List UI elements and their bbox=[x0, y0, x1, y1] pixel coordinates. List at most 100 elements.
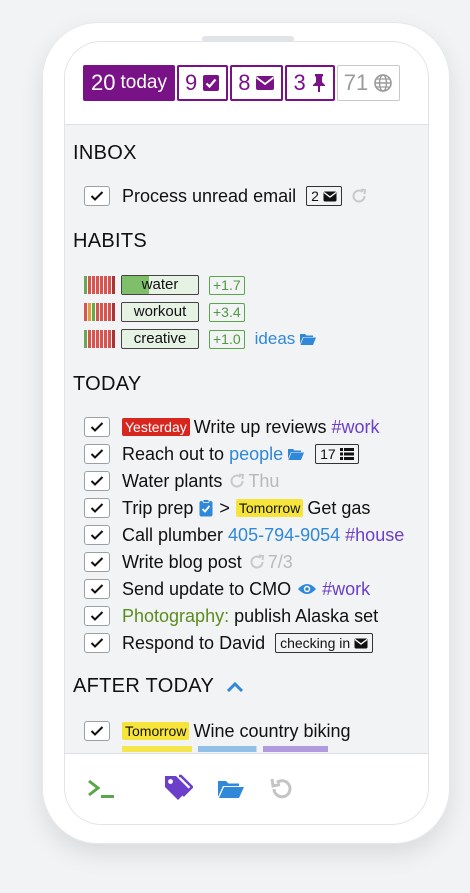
tomorrow-badge: Tomorrow bbox=[122, 722, 190, 740]
list-count-badge[interactable]: 17 bbox=[315, 444, 359, 464]
habit-row-workout: workout +3.4 bbox=[84, 301, 245, 323]
check-icon bbox=[90, 503, 104, 513]
badge-label: checking in bbox=[280, 635, 351, 651]
task-checkbox[interactable] bbox=[84, 633, 110, 653]
tag-link[interactable]: #work bbox=[331, 417, 379, 438]
today-item-9: Respond to David checking in bbox=[84, 631, 374, 655]
habit-delta: +1.7 bbox=[209, 275, 245, 295]
habit-button-workout[interactable]: workout bbox=[121, 302, 199, 322]
today-item-5: Call plumber 405-794-9054 #house bbox=[84, 523, 404, 547]
task-text[interactable]: Water plants bbox=[122, 471, 222, 492]
tags-icon[interactable] bbox=[163, 774, 193, 802]
folder-open-icon[interactable] bbox=[287, 447, 305, 461]
check-icon bbox=[90, 449, 104, 459]
app-screen: 20 today 9 8 3 71 INBOX Process unread e… bbox=[65, 42, 428, 824]
habit-streak bbox=[84, 303, 115, 321]
mail-count: 8 bbox=[238, 70, 251, 95]
folder-open-icon bbox=[300, 334, 317, 345]
today-counter-button[interactable]: 20 today bbox=[83, 65, 175, 101]
section-title-today: TODAY bbox=[73, 373, 142, 395]
subtask-text[interactable]: Get gas bbox=[307, 498, 370, 519]
world-counter-button[interactable]: 71 bbox=[336, 65, 401, 101]
clipboard-check-icon[interactable] bbox=[199, 499, 213, 517]
task-text[interactable]: Send update to CMO bbox=[122, 579, 291, 600]
task-list-content[interactable]: INBOX Process unread email 2 HABITS wate… bbox=[65, 125, 428, 752]
task-text[interactable]: publish Alaska set bbox=[234, 606, 378, 627]
task-checkbox[interactable] bbox=[84, 552, 110, 572]
top-bar: 20 today 9 8 3 71 bbox=[65, 42, 428, 125]
after-item-2-partial bbox=[84, 745, 328, 752]
pinned-counter-button[interactable]: 3 bbox=[285, 65, 335, 101]
yesterday-badge: Yesterday bbox=[122, 418, 190, 436]
repeat-date: 7/3 bbox=[267, 551, 293, 572]
habit-streak bbox=[84, 330, 115, 348]
task-text[interactable] bbox=[198, 746, 328, 752]
section-title-habits: HABITS bbox=[73, 230, 148, 252]
redo-icon bbox=[228, 472, 246, 490]
task-checkbox[interactable] bbox=[84, 606, 110, 626]
world-count: 71 bbox=[343, 70, 369, 95]
task-text[interactable]: Trip prep bbox=[122, 498, 193, 519]
habit-delta: +3.4 bbox=[209, 302, 245, 322]
today-item-7: Send update to CMO #work bbox=[84, 577, 370, 601]
tomorrow-badge: Tomorrow bbox=[235, 499, 304, 517]
envelope-icon bbox=[354, 638, 368, 648]
habit-row-water: water +1.7 bbox=[84, 274, 245, 296]
task-checkbox[interactable] bbox=[84, 186, 110, 206]
habit-delta: +1.0 bbox=[209, 329, 245, 349]
counter-group: 20 today 9 8 3 71 bbox=[83, 65, 401, 101]
phone-link[interactable]: 405-794-9054 bbox=[228, 525, 340, 546]
task-text[interactable]: Respond to David bbox=[122, 633, 265, 654]
project-prefix[interactable]: Photography: bbox=[122, 606, 229, 627]
check-icon bbox=[90, 584, 104, 594]
tag-link[interactable]: #house bbox=[345, 525, 404, 546]
people-link[interactable]: people bbox=[229, 444, 283, 465]
check-icon bbox=[90, 726, 104, 736]
task-text[interactable]: Call plumber bbox=[122, 525, 223, 546]
globe-icon bbox=[374, 74, 393, 92]
task-text[interactable]: Process unread email bbox=[122, 186, 296, 207]
pinned-count: 3 bbox=[293, 70, 306, 95]
tasks-count: 9 bbox=[184, 70, 198, 95]
task-text[interactable]: Reach out to bbox=[122, 444, 224, 465]
terminal-icon[interactable] bbox=[87, 778, 117, 800]
today-item-8: Photography: publish Alaska set bbox=[84, 604, 378, 628]
check-icon bbox=[90, 638, 104, 648]
task-checkbox[interactable] bbox=[84, 417, 110, 437]
check-icon bbox=[90, 191, 104, 201]
bottom-toolbar bbox=[65, 753, 428, 824]
today-item-1: Yesterday Write up reviews #work bbox=[84, 415, 379, 439]
habit-row-creative: creative +1.0 ideas bbox=[84, 328, 317, 350]
undo-icon[interactable] bbox=[269, 776, 293, 802]
chevron-up-icon[interactable] bbox=[226, 681, 244, 693]
subtask-arrow: > bbox=[219, 497, 230, 518]
folder-open-icon[interactable] bbox=[217, 778, 245, 800]
task-checkbox[interactable] bbox=[84, 525, 110, 545]
tag-link[interactable]: #work bbox=[322, 579, 370, 600]
badge-count: 2 bbox=[311, 188, 319, 204]
habit-button-creative[interactable]: creative bbox=[121, 329, 199, 349]
check-icon bbox=[90, 476, 104, 486]
task-checkbox[interactable] bbox=[84, 579, 110, 599]
tasks-counter-button[interactable]: 9 bbox=[176, 65, 229, 101]
mail-count-badge[interactable]: 2 bbox=[306, 186, 342, 206]
habit-name: creative bbox=[133, 330, 187, 347]
task-checkbox[interactable] bbox=[84, 444, 110, 464]
ideas-link[interactable]: ideas bbox=[255, 329, 318, 349]
redo-icon[interactable] bbox=[350, 187, 368, 205]
task-checkbox[interactable] bbox=[84, 721, 110, 741]
task-checkbox[interactable] bbox=[84, 471, 110, 491]
eye-icon[interactable] bbox=[297, 582, 317, 596]
task-checkbox[interactable] bbox=[84, 498, 110, 518]
list-icon bbox=[339, 448, 354, 460]
task-text[interactable]: Write blog post bbox=[122, 552, 242, 573]
today-item-3: Water plants Thu bbox=[84, 469, 279, 493]
status-badge[interactable]: checking in bbox=[275, 633, 374, 653]
check-square-icon bbox=[203, 75, 220, 91]
mail-counter-button[interactable]: 8 bbox=[230, 65, 284, 101]
habit-button-water[interactable]: water bbox=[121, 275, 199, 295]
task-text[interactable]: Write up reviews bbox=[194, 417, 327, 438]
task-text[interactable]: Wine country biking bbox=[193, 721, 350, 742]
pin-icon bbox=[312, 74, 325, 92]
today-item-4: Trip prep > Tomorrow Get gas bbox=[84, 496, 370, 520]
